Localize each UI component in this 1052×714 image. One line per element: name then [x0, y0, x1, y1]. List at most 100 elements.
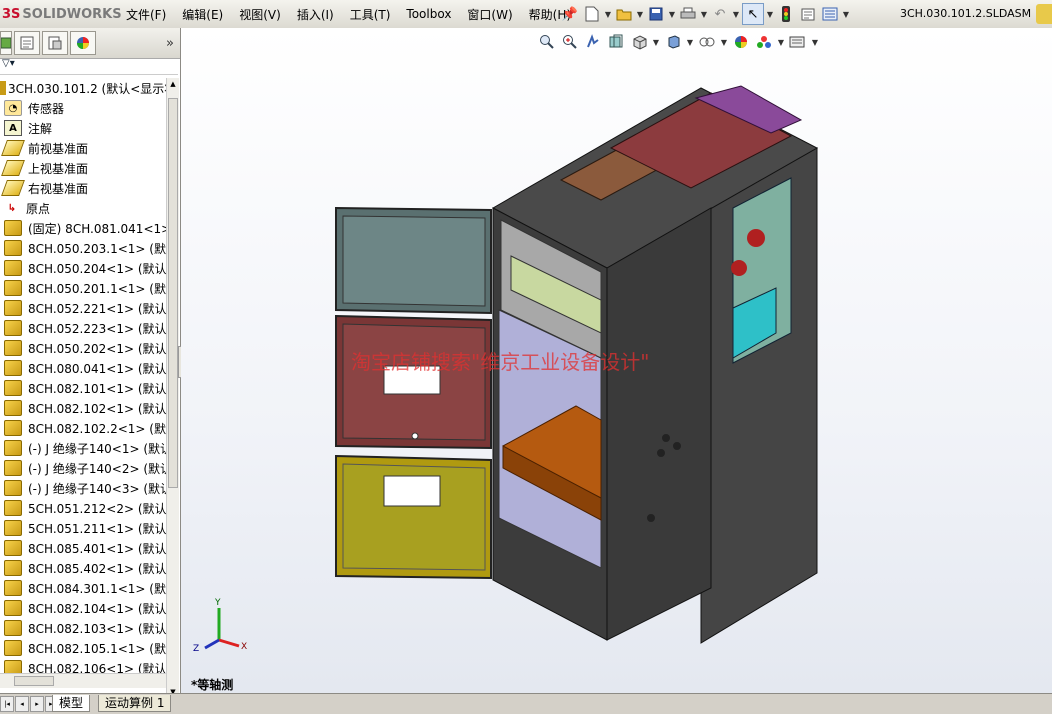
- menu-tools[interactable]: 工具(T): [342, 6, 399, 23]
- tree-item-label: 8CH.052.221<1> (默认<: [28, 301, 166, 316]
- save-icon[interactable]: [646, 4, 666, 24]
- options-dropdown-icon[interactable]: ▼: [842, 4, 850, 24]
- tree-root-label: 3CH.030.101.2 (默认<显示状: [8, 81, 166, 96]
- help-search-icon[interactable]: [1036, 4, 1052, 24]
- property-manager-tab-icon[interactable]: [14, 31, 40, 55]
- tree-item[interactable]: 8CH.050.204<1> (默认<: [0, 258, 166, 278]
- scroll-down-icon[interactable]: ▼: [167, 686, 179, 693]
- scroll-thumb[interactable]: [168, 98, 178, 488]
- tree-item[interactable]: 8CH.052.223<1> (默认<: [0, 318, 166, 338]
- tree-item[interactable]: 8CH.082.102.2<1> (默认: [0, 418, 166, 438]
- tree-item[interactable]: ◔ 传感器: [0, 98, 166, 118]
- save-dropdown-icon[interactable]: ▼: [668, 4, 676, 24]
- tree-root-assembly[interactable]: 3CH.030.101.2 (默认<显示状: [0, 78, 166, 98]
- tree-item-label: 8CH.082.102.2<1> (默认: [28, 421, 166, 436]
- print-dropdown-icon[interactable]: ▼: [700, 4, 708, 24]
- tree-item[interactable]: 8CH.082.105.1<1> (默认: [0, 638, 166, 658]
- annotation-icon: A: [4, 120, 22, 136]
- menu-edit[interactable]: 编辑(E): [174, 6, 231, 23]
- tree-item[interactable]: (-) J 绝缘子140<3> (默认: [0, 478, 166, 498]
- hscroll-thumb[interactable]: [14, 676, 54, 686]
- tree-item[interactable]: (固定) 8CH.081.041<1>: [0, 218, 166, 238]
- select-cursor-icon[interactable]: ↖: [742, 3, 764, 25]
- watermark-text: 淘宝店铺搜索"维京工业设备设计": [351, 350, 650, 374]
- menu-toolbox[interactable]: Toolbox: [398, 7, 459, 21]
- tree-item[interactable]: 8CH.082.102<1> (默认<: [0, 398, 166, 418]
- tree-item-label: 8CH.052.223<1> (默认<: [28, 321, 166, 336]
- new-dropdown-icon[interactable]: ▼: [604, 4, 612, 24]
- part-icon: [4, 380, 22, 396]
- next-tab-icon[interactable]: ▸: [30, 696, 44, 712]
- tree-item-label: 8CH.082.104<1> (默认<: [28, 601, 166, 616]
- prev-tab-icon[interactable]: ◂: [15, 696, 29, 712]
- tree-item[interactable]: A 注解: [0, 118, 166, 138]
- open-dropdown-icon[interactable]: ▼: [636, 4, 644, 24]
- first-tab-icon[interactable]: |◂: [0, 696, 14, 712]
- tree-item[interactable]: 8CH.050.203.1<1> (默认: [0, 238, 166, 258]
- new-document-icon[interactable]: [582, 4, 602, 24]
- tree-vertical-scrollbar[interactable]: ▲ ▼: [166, 78, 179, 693]
- origin-icon: ↳: [7, 202, 17, 214]
- feature-manager-tab-icon[interactable]: [0, 31, 12, 55]
- pin-icon[interactable]: 📌: [560, 4, 580, 24]
- menu-insert[interactable]: 插入(I): [289, 6, 342, 23]
- tree-item[interactable]: ↳ 原点: [0, 198, 166, 218]
- tab-model[interactable]: 模型: [52, 695, 91, 712]
- tree-item[interactable]: (-) J 绝缘子140<1> (默认: [0, 438, 166, 458]
- configuration-manager-tab-icon[interactable]: [42, 31, 68, 55]
- tree-item-label: 右视基准面: [28, 181, 89, 196]
- tree-item[interactable]: 8CH.084.301.1<1> (默认: [0, 578, 166, 598]
- filter-icon[interactable]: ▽▾: [2, 58, 15, 69]
- tab-motion-study[interactable]: 运动算例 1: [98, 695, 172, 712]
- tree-item[interactable]: 右视基准面: [0, 178, 166, 198]
- tree-item[interactable]: 8CH.050.202<1> (默认<: [0, 338, 166, 358]
- panel-tabs: »: [0, 28, 180, 59]
- tree-item-label: (-) J 绝缘子140<1> (默认: [28, 441, 166, 456]
- tree-item[interactable]: 5CH.051.211<1> (默认<: [0, 518, 166, 538]
- scroll-up-icon[interactable]: ▲: [167, 78, 179, 90]
- standard-toolbar: 📌 ▼ ▼ ▼ ▼ ↶ ▼ ↖ ▼ ▼: [560, 2, 850, 26]
- part-icon: [4, 520, 22, 536]
- sensor-icon: ◔: [4, 100, 22, 116]
- open-folder-icon[interactable]: [614, 4, 634, 24]
- part-icon: [4, 280, 22, 296]
- menu-file[interactable]: 文件(F): [118, 6, 174, 23]
- undo-dropdown-icon[interactable]: ▼: [732, 4, 740, 24]
- tree-item-label: 8CH.082.105.1<1> (默认: [28, 641, 166, 656]
- tree-item[interactable]: 8CH.085.401<1> (默认<: [0, 538, 166, 558]
- tree-item[interactable]: 8CH.082.104<1> (默认<: [0, 598, 166, 618]
- tree-item[interactable]: 8CH.082.103<1> (默认<: [0, 618, 166, 638]
- menu-view[interactable]: 视图(V): [231, 6, 289, 23]
- view-name-label: *等轴测: [191, 678, 234, 692]
- options-icon[interactable]: [820, 4, 840, 24]
- tree-item[interactable]: 5CH.051.212<2> (默认<: [0, 498, 166, 518]
- solidworks-logo[interactable]: 3S SOLIDWORKS: [0, 0, 122, 28]
- rebuild-traffic-light-icon[interactable]: [776, 4, 796, 24]
- tree-item[interactable]: 8CH.050.201.1<1> (默认: [0, 278, 166, 298]
- tree-item-label: 前视基准面: [28, 141, 89, 156]
- display-manager-tab-icon[interactable]: [70, 31, 96, 55]
- select-dropdown-icon[interactable]: ▼: [766, 4, 774, 24]
- tree-item[interactable]: 8CH.052.221<1> (默认<: [0, 298, 166, 318]
- tree-item[interactable]: (-) J 绝缘子140<2> (默认: [0, 458, 166, 478]
- print-icon[interactable]: [678, 4, 698, 24]
- tree-item[interactable]: 上视基准面: [0, 158, 166, 178]
- tree-item[interactable]: 前视基准面: [0, 138, 166, 158]
- tree-horizontal-scrollbar[interactable]: [0, 673, 166, 688]
- plane-icon: [1, 160, 25, 176]
- tree-item-label: (-) J 绝缘子140<2> (默认: [28, 461, 166, 476]
- tree-item-label: (固定) 8CH.081.041<1>: [28, 221, 166, 236]
- tree-item[interactable]: 8CH.080.041<1> (默认<: [0, 358, 166, 378]
- menu-window[interactable]: 窗口(W): [459, 6, 520, 23]
- part-icon: [4, 500, 22, 516]
- tree-filter-bar[interactable]: ▽▾: [0, 58, 178, 75]
- part-icon: [4, 580, 22, 596]
- axis-y-label: Y: [215, 598, 221, 608]
- panel-expand-icon[interactable]: »: [166, 36, 174, 51]
- graphics-viewport[interactable]: ▼ ▼ ▼ ▼ ▼ 淘宝店铺搜索"维京工业设备设计" Y X Z *等轴测: [181, 28, 1052, 693]
- axis-x-label: X: [241, 642, 248, 652]
- undo-icon[interactable]: ↶: [710, 4, 730, 24]
- tree-item[interactable]: 8CH.082.101<1> (默认<: [0, 378, 166, 398]
- file-properties-icon[interactable]: [798, 4, 818, 24]
- tree-item[interactable]: 8CH.085.402<1> (默认<: [0, 558, 166, 578]
